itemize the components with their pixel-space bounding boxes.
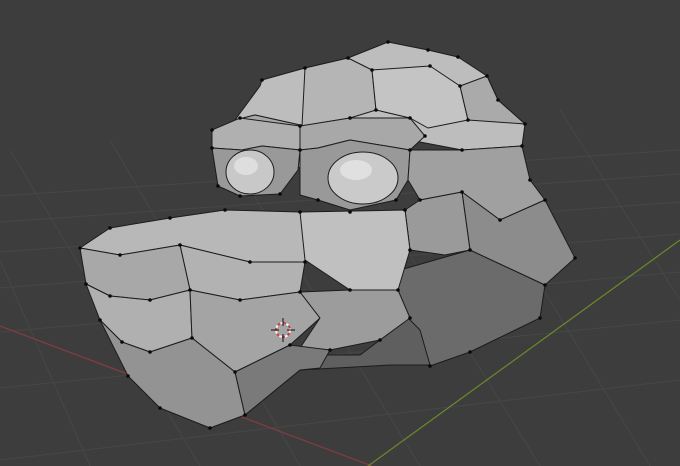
left-eye-highlight: [234, 157, 258, 175]
3d-viewport[interactable]: [0, 0, 680, 466]
head-mesh[interactable]: [78, 40, 577, 430]
right-eye-highlight: [340, 160, 372, 180]
